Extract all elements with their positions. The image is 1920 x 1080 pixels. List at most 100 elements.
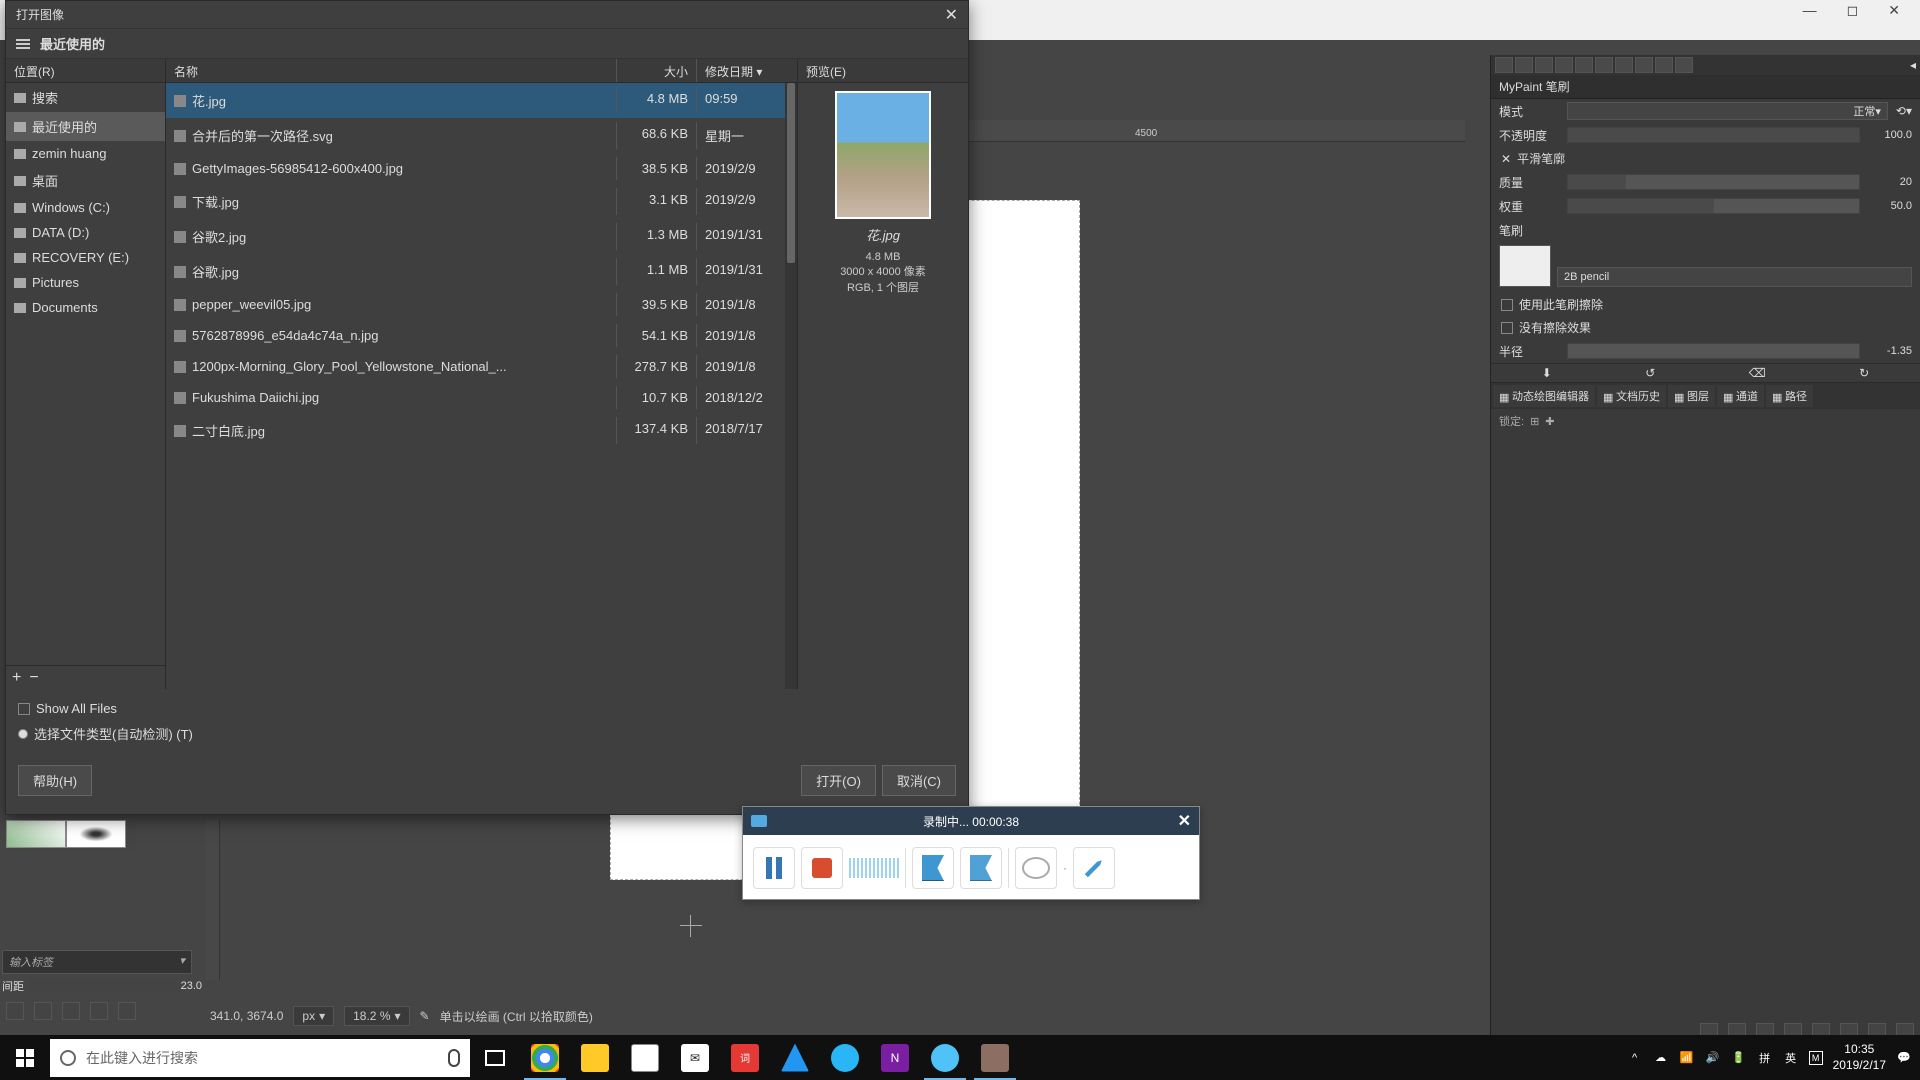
file-row[interactable]: 花.jpg4.8 MB09:59	[166, 83, 797, 118]
tag-input[interactable]: 输入标签 ▾	[2, 950, 192, 974]
sidebar-item[interactable]: Documents	[6, 295, 165, 320]
maximize-btn[interactable]: ◻	[1847, 2, 1859, 19]
sidebar-item[interactable]: 桌面	[6, 166, 165, 195]
chrome-app-icon[interactable]	[520, 1035, 570, 1080]
store-app-icon[interactable]	[620, 1035, 670, 1080]
reset-preset-icon[interactable]: ↺	[1645, 366, 1655, 380]
brush-thumb[interactable]	[66, 820, 126, 848]
recorder-app-icon[interactable]	[920, 1035, 970, 1080]
wifi-tray-icon[interactable]: 📶	[1679, 1050, 1695, 1066]
mode-reset-icon[interactable]: ⟲▾	[1896, 104, 1912, 118]
ime-mode-icon[interactable]: M	[1809, 1051, 1823, 1065]
lock-alpha-icon[interactable]: ✚	[1545, 415, 1554, 428]
panel-tab-icon[interactable]	[1615, 57, 1633, 73]
tool-action-btn[interactable]	[62, 1002, 80, 1020]
ime-lang-icon[interactable]: 英	[1783, 1050, 1799, 1066]
filetype-expander[interactable]	[18, 729, 28, 739]
marker-next-button[interactable]	[960, 847, 1002, 889]
brush-preview-thumb[interactable]	[1499, 245, 1551, 287]
no-erase-effect-checkbox[interactable]	[1501, 322, 1513, 334]
zoom-dropdown[interactable]: 18.2 %▾	[344, 1006, 409, 1026]
battery-tray-icon[interactable]: 🔋	[1731, 1050, 1747, 1066]
file-row[interactable]: 二寸白底.jpg137.4 KB2018/7/17	[166, 413, 797, 448]
col-header-name[interactable]: 名称	[166, 59, 617, 82]
tool-action-btn[interactable]	[6, 1002, 24, 1020]
brush-thumb[interactable]	[6, 820, 66, 848]
sidebar-item[interactable]: Windows (C:)	[6, 195, 165, 220]
panel-tab-icon[interactable]	[1515, 57, 1533, 73]
minimize-btn[interactable]: —	[1803, 2, 1817, 18]
cancel-button[interactable]: 取消(C)	[882, 765, 956, 796]
notifications-icon[interactable]: 💬	[1896, 1050, 1912, 1066]
pause-recording-button[interactable]	[753, 847, 795, 889]
file-row[interactable]: 5762878996_e54da4c74a_n.jpg54.1 KB2019/1…	[166, 320, 797, 351]
onenote-app-icon[interactable]: N	[870, 1035, 920, 1080]
file-row[interactable]: 谷歌.jpg1.1 MB2019/1/31	[166, 254, 797, 289]
ime-pinyin-icon[interactable]: 拼	[1757, 1050, 1773, 1066]
microphone-icon[interactable]	[448, 1049, 460, 1067]
stop-recording-button[interactable]	[801, 847, 843, 889]
tool-action-btn[interactable]	[118, 1002, 136, 1020]
weight-slider[interactable]	[1567, 198, 1860, 214]
lock-pixels-icon[interactable]: ⊞	[1530, 415, 1539, 428]
opacity-slider[interactable]	[1567, 127, 1860, 143]
panel-tab[interactable]: ▦动态绘图编辑器	[1493, 385, 1595, 407]
sidebar-item[interactable]: 最近使用的	[6, 112, 165, 141]
dialog-close-button[interactable]: ✕	[945, 5, 958, 25]
use-eraser-checkbox[interactable]	[1501, 299, 1513, 311]
webcam-toggle-button[interactable]	[1015, 847, 1057, 889]
menu-dot-icon[interactable]: ·	[1063, 861, 1067, 875]
panel-tab-icon[interactable]	[1655, 57, 1673, 73]
tool-action-btn[interactable]	[34, 1002, 52, 1020]
show-all-files-checkbox[interactable]	[18, 703, 30, 715]
quality-slider[interactable]	[1567, 174, 1860, 190]
file-row[interactable]: 谷歌2.jpg1.3 MB2019/1/31	[166, 219, 797, 254]
close-btn[interactable]: ✕	[1888, 2, 1900, 19]
panel-tab[interactable]: ▦路径	[1766, 385, 1813, 407]
sidebar-item[interactable]: DATA (D:)	[6, 220, 165, 245]
start-button[interactable]	[0, 1035, 50, 1080]
panel-tab-icon[interactable]	[1635, 57, 1653, 73]
reset-all-icon[interactable]: ↻	[1859, 366, 1869, 380]
app-icon[interactable]	[770, 1035, 820, 1080]
breadcrumb-text[interactable]: 最近使用的	[40, 34, 105, 53]
file-row[interactable]: pepper_weevil05.jpg39.5 KB2019/1/8	[166, 289, 797, 320]
app-icon[interactable]	[820, 1035, 870, 1080]
col-header-size[interactable]: 大小	[617, 59, 697, 82]
save-preset-icon[interactable]: ⬇	[1542, 366, 1552, 380]
gimp-app-icon[interactable]	[970, 1035, 1020, 1080]
file-row[interactable]: 合并后的第一次路径.svg68.6 KB星期一	[166, 118, 797, 153]
mail-app-icon[interactable]: ✉	[670, 1035, 720, 1080]
file-row[interactable]: Fukushima Daiichi.jpg10.7 KB2018/12/2	[166, 382, 797, 413]
file-row[interactable]: 下载.jpg3.1 KB2019/2/9	[166, 184, 797, 219]
recording-toolbar[interactable]: 录制中... 00:00:38 ✕ ·	[742, 806, 1200, 900]
file-row[interactable]: GettyImages-56985412-600x400.jpg38.5 KB2…	[166, 153, 797, 184]
smooth-close-icon[interactable]: ✕	[1501, 152, 1511, 166]
open-button[interactable]: 打开(O)	[801, 765, 876, 796]
explorer-app-icon[interactable]	[570, 1035, 620, 1080]
spacing-slider[interactable]	[28, 979, 177, 993]
panel-tab-icon[interactable]	[1595, 57, 1613, 73]
file-list-scrollbar[interactable]	[785, 83, 797, 689]
panel-tab-icon[interactable]	[1675, 57, 1693, 73]
remove-place-button[interactable]: −	[29, 669, 38, 687]
task-view-button[interactable]	[470, 1035, 520, 1080]
taskbar-search[interactable]: 在此键入进行搜索	[50, 1039, 470, 1077]
panel-menu-icon[interactable]: ◂	[1910, 58, 1916, 72]
sidebar-item[interactable]: 搜索	[6, 83, 165, 112]
panel-tab[interactable]: ▦通道	[1717, 385, 1764, 407]
marker-button[interactable]	[912, 847, 954, 889]
brush-name-field[interactable]: 2B pencil	[1557, 267, 1912, 287]
sidebar-item[interactable]: zemin huang	[6, 141, 165, 166]
mode-dropdown[interactable]: 正常 ▾	[1567, 102, 1888, 120]
panel-tab-icon[interactable]	[1495, 57, 1513, 73]
sidebar-item[interactable]: RECOVERY (E:)	[6, 245, 165, 270]
sidebar-item[interactable]: Pictures	[6, 270, 165, 295]
file-row[interactable]: 1200px-Morning_Glory_Pool_Yellowstone_Na…	[166, 351, 797, 382]
panel-tab[interactable]: ▦文档历史	[1597, 385, 1666, 407]
radius-slider[interactable]	[1567, 343, 1860, 359]
volume-tray-icon[interactable]: 🔊	[1705, 1050, 1721, 1066]
draw-button[interactable]	[1073, 847, 1115, 889]
scrollbar-thumb[interactable]	[787, 83, 795, 263]
delete-preset-icon[interactable]: ⌫	[1749, 366, 1766, 380]
